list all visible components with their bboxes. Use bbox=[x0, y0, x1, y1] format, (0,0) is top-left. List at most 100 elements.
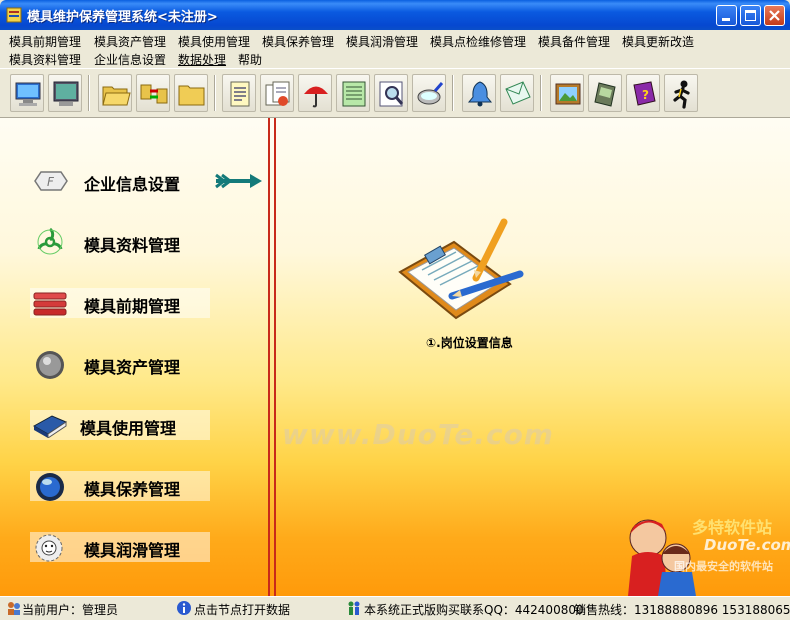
menu-item-mold-inspection[interactable]: 模具点检维修管理 bbox=[430, 33, 526, 50]
nav-item-mold-lubrication[interactable]: 模具润滑管理 bbox=[30, 532, 210, 562]
toolbar-button-folder-open[interactable] bbox=[98, 74, 132, 112]
toolbar-button-umbrella[interactable] bbox=[298, 74, 332, 112]
gray-ball-icon bbox=[36, 351, 64, 379]
menu-item-mold-renewal[interactable]: 模具更新改造 bbox=[622, 33, 694, 50]
toolbar-button-picture[interactable] bbox=[550, 74, 584, 112]
menu-item-help[interactable]: 帮助 bbox=[238, 51, 262, 68]
menu-item-data-processing[interactable]: 数据处理 bbox=[178, 51, 226, 68]
stack-icon bbox=[33, 292, 67, 316]
status-hint: 点击节点打开数据 bbox=[194, 603, 291, 617]
window-title: 模具维护保养管理系统<未注册> bbox=[27, 10, 218, 25]
panel-divider bbox=[268, 118, 270, 596]
nav-item-label: 模具保养管理 bbox=[84, 480, 181, 499]
toolbar-button-bell[interactable] bbox=[462, 74, 496, 112]
toolbar-button-notebook[interactable] bbox=[336, 74, 370, 112]
document-list-icon bbox=[230, 81, 250, 107]
search-report-icon bbox=[379, 81, 404, 107]
maximize-icon bbox=[745, 10, 756, 21]
menu-item-mold-data[interactable]: 模具资料管理 bbox=[9, 51, 81, 68]
picture-icon bbox=[555, 83, 581, 105]
main-content: F 企业信息设置 模具资料管理 模具前期管理 模具资产管理 模具使用管理 模具保… bbox=[0, 118, 790, 596]
app-icon bbox=[6, 7, 22, 23]
mascot-text: DuoTe.com bbox=[704, 536, 790, 554]
toolbar-button-documents[interactable] bbox=[260, 74, 294, 112]
nav-item-mold-data[interactable]: 模具资料管理 bbox=[30, 227, 210, 257]
screen-icon bbox=[53, 81, 79, 106]
toolbar-separator bbox=[88, 75, 90, 111]
toolbar-button-magnifier[interactable] bbox=[412, 74, 446, 112]
blue-orb-icon bbox=[36, 473, 64, 501]
exchange-icon bbox=[140, 84, 168, 104]
toolbar-separator bbox=[540, 75, 542, 111]
tree-node-caption[interactable]: ①.岗位设置信息 bbox=[426, 334, 513, 351]
nav-item-company-info[interactable]: F 企业信息设置 bbox=[30, 166, 268, 196]
users-icon bbox=[8, 602, 20, 615]
monitor-icon bbox=[15, 82, 41, 106]
nav-item-label: 模具资产管理 bbox=[84, 358, 181, 377]
nav-panel: F 企业信息设置 模具资料管理 模具前期管理 模具资产管理 模具使用管理 模具保… bbox=[0, 118, 268, 596]
arrow-icon bbox=[215, 173, 262, 189]
folder-open-icon bbox=[102, 86, 131, 106]
close-button[interactable] bbox=[764, 5, 785, 26]
menu-item-mold-lubrication[interactable]: 模具润滑管理 bbox=[346, 33, 418, 50]
toolbar-separator bbox=[452, 75, 454, 111]
folder-icon bbox=[178, 85, 205, 106]
toolbar-button-help-book[interactable]: ? bbox=[626, 74, 660, 112]
notebook-icon bbox=[342, 81, 366, 107]
toolbar-button-search-report[interactable] bbox=[374, 74, 408, 112]
status-purchase-contact: 本系统正式版购买联系QQ：442400800 bbox=[364, 603, 584, 617]
minimize-icon bbox=[722, 18, 730, 21]
app-window: 模具维护保养管理系统<未注册> 模具前期管理 模具资产管理 模具使用管理 模具保… bbox=[0, 0, 790, 620]
nav-item-mold-usage[interactable]: 模具使用管理 bbox=[30, 410, 210, 440]
magnifier-icon bbox=[417, 82, 444, 105]
toolbar-button-envelope[interactable] bbox=[500, 74, 534, 112]
mascot-text: 国内最安全的软件站 bbox=[674, 560, 773, 573]
svg-text:?: ? bbox=[642, 88, 649, 102]
nav-item-mold-assets[interactable]: 模具资产管理 bbox=[30, 349, 210, 379]
f-badge-icon: F bbox=[34, 171, 68, 191]
menu-item-mold-maintenance[interactable]: 模具保养管理 bbox=[262, 33, 334, 50]
maximize-button[interactable] bbox=[740, 5, 761, 26]
nav-item-label: 模具使用管理 bbox=[80, 419, 177, 438]
blue-book-icon bbox=[32, 415, 68, 438]
toolbar-button-monitor[interactable] bbox=[10, 74, 44, 112]
menu-item-mold-spare-parts[interactable]: 模具备件管理 bbox=[538, 33, 610, 50]
envelope-icon bbox=[505, 81, 531, 105]
nav-item-label: 企业信息设置 bbox=[84, 175, 181, 194]
help-book-icon: ? bbox=[633, 81, 656, 106]
toolbar: ? bbox=[0, 68, 790, 118]
watermark-text: www.DuoTe.com bbox=[282, 418, 554, 451]
nav-item-mold-maintenance[interactable]: 模具保养管理 bbox=[30, 471, 210, 501]
people-icon bbox=[348, 601, 360, 615]
nav-item-label: 模具资料管理 bbox=[84, 236, 181, 255]
nav-item-label: 模具润滑管理 bbox=[84, 541, 181, 560]
menu-item-mold-assets[interactable]: 模具资产管理 bbox=[94, 33, 166, 50]
running-man-icon bbox=[673, 80, 690, 109]
menu-item-mold-preliminary[interactable]: 模具前期管理 bbox=[9, 33, 81, 50]
nav-item-mold-preliminary[interactable]: 模具前期管理 bbox=[30, 288, 210, 318]
menu-item-mold-usage[interactable]: 模具使用管理 bbox=[178, 33, 250, 50]
clipboard-pencil-icon[interactable] bbox=[392, 214, 532, 324]
bell-icon bbox=[467, 81, 493, 107]
menu-item-company-info[interactable]: 企业信息设置 bbox=[94, 51, 166, 68]
toolbar-button-screen[interactable] bbox=[48, 74, 82, 112]
svg-text:F: F bbox=[47, 175, 55, 189]
status-current-user: 当前用户：管理员 bbox=[22, 603, 119, 617]
close-icon bbox=[769, 10, 780, 21]
biohazard-icon bbox=[37, 227, 63, 255]
lion-icon bbox=[35, 534, 63, 562]
toolbar-separator bbox=[214, 75, 216, 111]
toolbar-button-handheld[interactable] bbox=[588, 74, 622, 112]
toolbar-button-folder[interactable] bbox=[174, 74, 208, 112]
info-icon bbox=[177, 601, 191, 615]
documents-icon bbox=[265, 81, 290, 106]
toolbar-button-exit[interactable] bbox=[664, 74, 698, 112]
menu-bar: 模具前期管理 模具资产管理 模具使用管理 模具保养管理 模具润滑管理 模具点检维… bbox=[0, 30, 790, 68]
title-bar[interactable]: 模具维护保养管理系统<未注册> bbox=[0, 0, 790, 30]
toolbar-button-document-list[interactable] bbox=[222, 74, 256, 112]
mascot-text: 多特软件站 bbox=[692, 518, 773, 537]
panel-divider bbox=[274, 118, 276, 596]
minimize-button[interactable] bbox=[716, 5, 737, 26]
toolbar-button-exchange[interactable] bbox=[136, 74, 170, 112]
status-bar: 当前用户：管理员 点击节点打开数据 本系统正式版购买联系QQ：442400800… bbox=[0, 596, 790, 620]
